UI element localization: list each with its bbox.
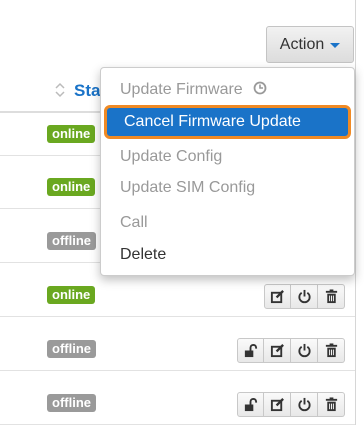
status-badge: offline: [47, 340, 96, 358]
row-actions: [237, 392, 345, 417]
menu-item-label: Update Firmware: [120, 81, 243, 98]
delete-button[interactable]: [318, 284, 345, 309]
status-badge: online: [47, 286, 96, 304]
unlock-button[interactable]: [237, 392, 264, 417]
power-button[interactable]: [291, 284, 318, 309]
menu-item-update-firmware[interactable]: Update Firmware: [101, 75, 354, 105]
menu-item-label: Update Config: [120, 148, 223, 165]
menu-item-delete[interactable]: Delete: [101, 240, 354, 270]
action-button-label: Action: [279, 35, 325, 53]
menu-item-label: Call: [120, 214, 148, 231]
edit-icon: [270, 290, 284, 304]
sort-icon[interactable]: [53, 81, 67, 99]
power-icon: [297, 289, 311, 304]
unlock-icon: [244, 398, 258, 412]
menu-item-update-sim-config[interactable]: Update SIM Config: [101, 173, 354, 203]
menu-item-label: Update SIM Config: [120, 179, 256, 196]
edit-button[interactable]: [264, 392, 291, 417]
status-column-header[interactable]: Sta: [74, 81, 100, 101]
edit-button[interactable]: [264, 338, 291, 363]
devices-panel: Action Sta online online offline online: [0, 0, 356, 425]
trash-icon: [325, 397, 337, 412]
delete-button[interactable]: [318, 392, 345, 417]
edit-icon: [270, 344, 284, 358]
menu-item-label: Cancel Firmware Update: [124, 113, 301, 130]
caret-down-icon: [330, 43, 341, 48]
action-dropdown-menu: Update Firmware Cancel Firmware Update U…: [100, 67, 355, 276]
edit-button[interactable]: [264, 284, 291, 309]
unlock-icon: [244, 344, 258, 358]
table-row: offline: [0, 328, 355, 371]
action-dropdown-button[interactable]: Action: [266, 26, 354, 63]
power-icon: [297, 397, 311, 412]
menu-item-call[interactable]: Call: [101, 208, 354, 238]
clock-icon: [253, 81, 267, 95]
menu-item-label: Delete: [120, 246, 167, 263]
status-badge: online: [47, 125, 96, 143]
table-row: online: [0, 274, 355, 317]
status-badge: online: [47, 178, 96, 196]
table-row: offline: [0, 382, 355, 425]
trash-icon: [325, 343, 337, 358]
status-badge: offline: [47, 232, 96, 250]
delete-button[interactable]: [318, 338, 345, 363]
menu-item-update-config[interactable]: Update Config: [101, 142, 354, 172]
power-button[interactable]: [291, 338, 318, 363]
status-badge: offline: [47, 394, 96, 412]
power-icon: [297, 343, 311, 358]
power-button[interactable]: [291, 392, 318, 417]
row-actions: [264, 284, 345, 309]
trash-icon: [325, 289, 337, 304]
menu-item-cancel-firmware-update[interactable]: Cancel Firmware Update: [104, 105, 351, 139]
unlock-button[interactable]: [237, 338, 264, 363]
edit-icon: [270, 398, 284, 412]
row-actions: [237, 338, 345, 363]
